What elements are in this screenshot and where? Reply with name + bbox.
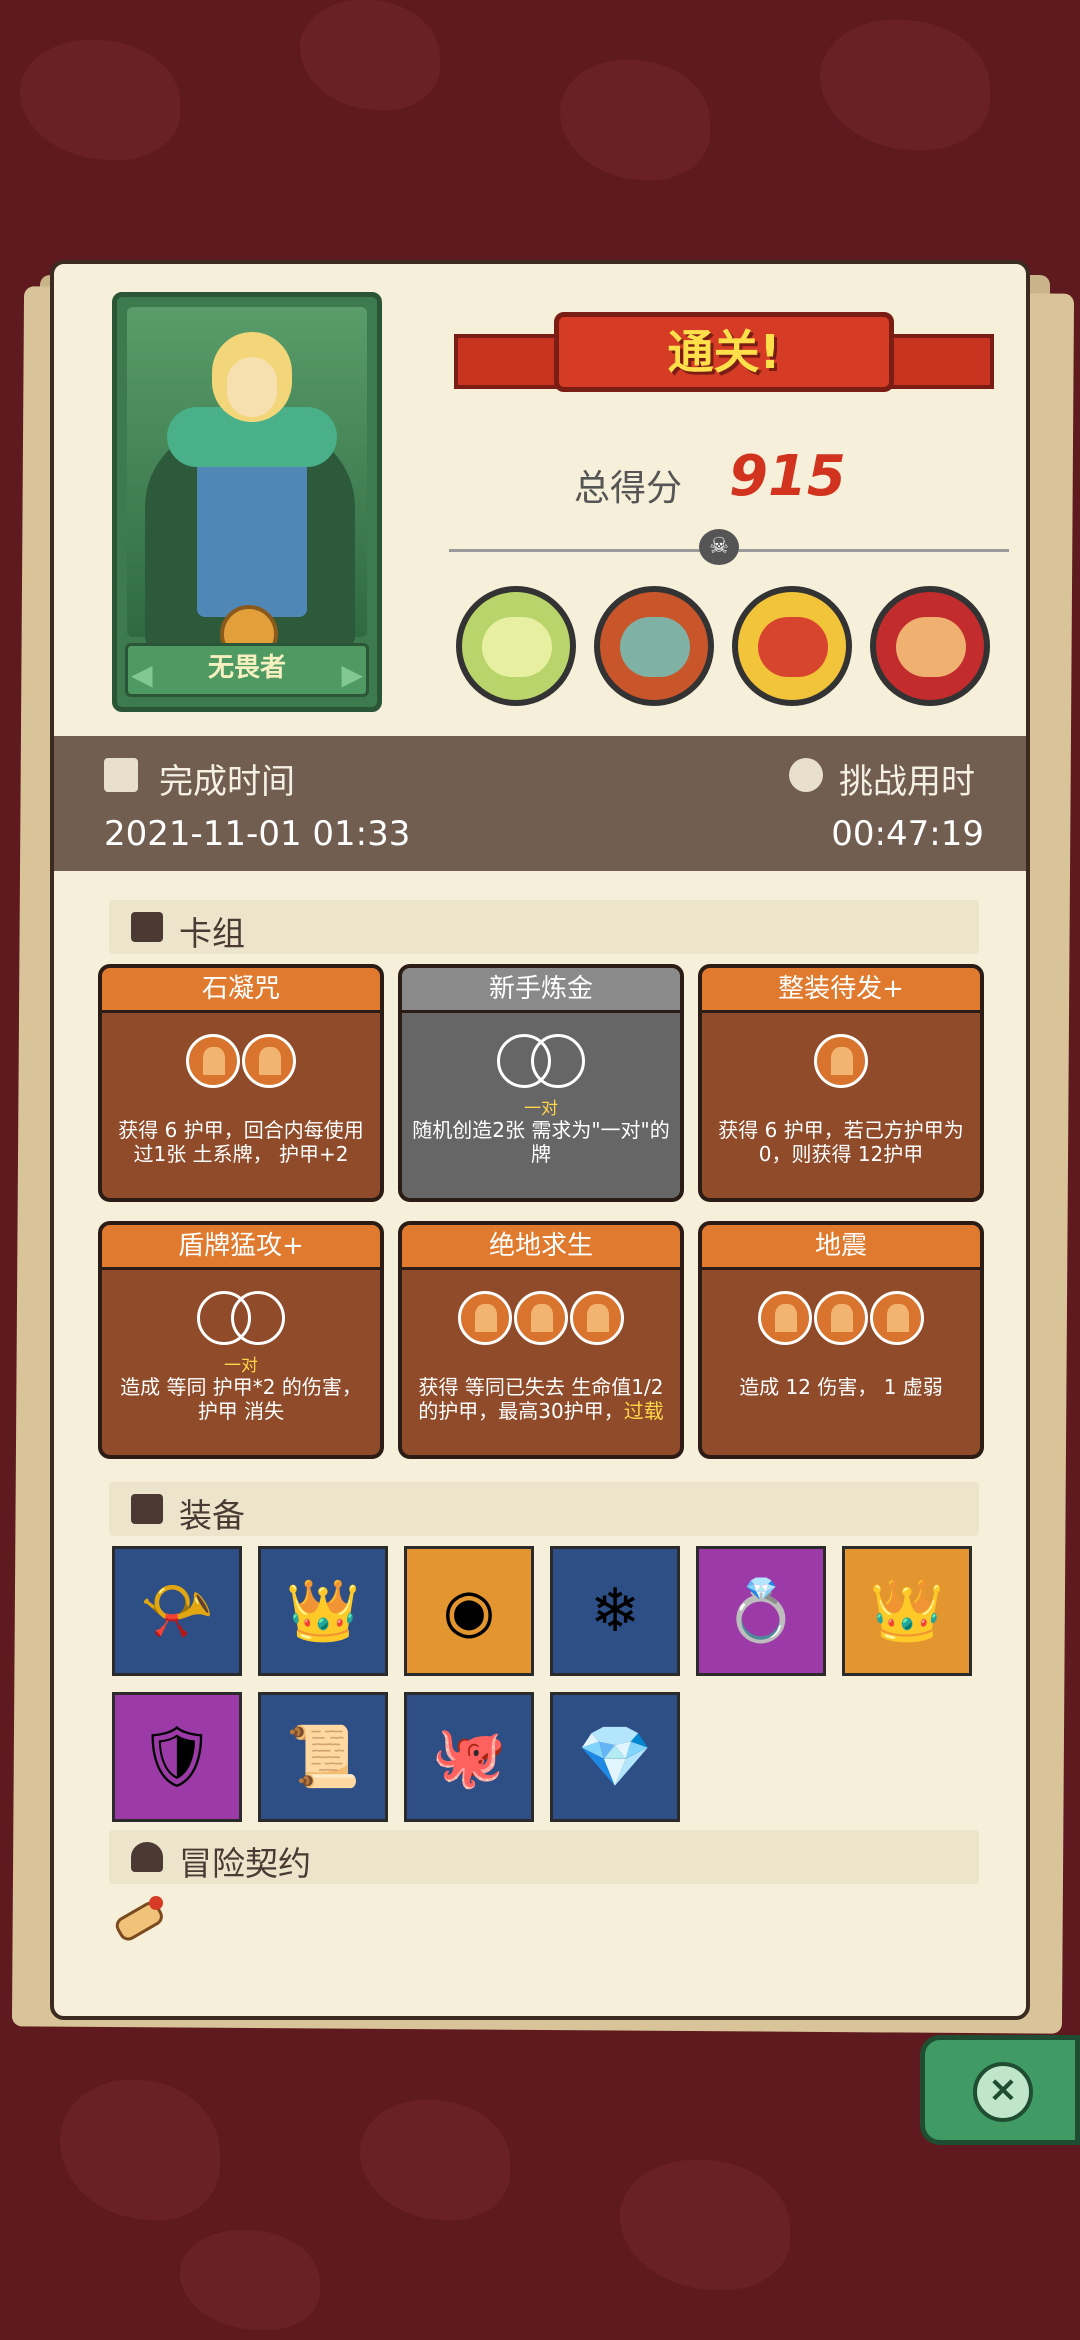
score-value: 915 — [729, 444, 846, 509]
gold-crown-icon: 👑 — [869, 1576, 945, 1646]
ram-horn-icon: ◉ — [442, 1576, 496, 1646]
card-description: 造成 12 伤害， 1 虚弱 — [739, 1375, 943, 1399]
deck-card[interactable]: 整装待发+ 获得 6 护甲，若己方护甲为0，则获得 12护甲 — [698, 964, 984, 1202]
deck-card[interactable]: 地震 造成 12 伤害， 1 虚弱 — [698, 1221, 984, 1459]
arrow-left-icon: ◀ — [131, 658, 153, 691]
duration-value: 00:47:19 — [831, 814, 984, 854]
close-button[interactable]: × — [920, 2035, 1080, 2145]
card-cost — [402, 1291, 680, 1349]
boss-portrait-3[interactable] — [732, 586, 852, 706]
card-cost — [102, 1034, 380, 1092]
equipment-slot[interactable]: 💍 — [696, 1546, 826, 1676]
card-name: 石凝咒 — [102, 968, 380, 1013]
deck-card[interactable]: 新手炼金 一对 随机创造2张 需求为"一对"的牌 — [398, 964, 684, 1202]
boss-portrait-4[interactable] — [870, 586, 990, 706]
card-name: 整装待发+ — [702, 968, 980, 1013]
cthulhu-cloak-icon: 🐙 — [431, 1722, 507, 1792]
boss-skull-icon: ☠ — [699, 529, 739, 565]
cards-icon — [131, 912, 163, 942]
card-name: 盾牌猛攻+ — [102, 1225, 380, 1270]
contract-title: 冒险契约 — [179, 1844, 311, 1883]
card-description: 获得 等同已失去 生命值1/2 的护甲，最高30护甲，过载 — [418, 1375, 664, 1423]
close-icon: × — [973, 2062, 1033, 2122]
completed-time-value: 2021-11-01 01:33 — [104, 814, 411, 854]
card-cost — [702, 1034, 980, 1092]
stopwatch-icon — [789, 758, 823, 792]
duration-label: 挑战用时 — [839, 762, 975, 802]
crystal-dice-icon: 💎 — [577, 1722, 653, 1792]
hero-card[interactable]: 无畏者 ◀ ▶ — [112, 292, 382, 712]
card-name: 绝地求生 — [402, 1225, 680, 1270]
equipment-section-header: 装备 — [109, 1482, 979, 1536]
card-cost — [402, 1034, 680, 1092]
boss-portrait-1[interactable] — [456, 586, 576, 706]
contract-scroll-icon[interactable] — [106, 1889, 176, 1949]
deck-card[interactable]: 绝地求生 获得 等同已失去 生命值1/2 的护甲，最高30护甲，过载 — [398, 1221, 684, 1459]
card-description: 获得 6 护甲，回合内每使用过1张 土系牌， 护甲+2 — [118, 1118, 364, 1166]
contract-section-header: 冒险契约 — [109, 1830, 979, 1884]
equipment-slot[interactable]: 📯 — [112, 1546, 242, 1676]
equipment-slot[interactable]: ❄ — [550, 1546, 680, 1676]
card-description: 造成 等同 护甲*2 的伤害， 护甲 消失 — [120, 1375, 362, 1423]
card-pair-label: 一对 — [524, 1099, 558, 1119]
card-cost — [702, 1291, 980, 1349]
frost-scroll-icon: 📜 — [285, 1722, 361, 1792]
equipment-slot[interactable]: 🛡 — [112, 1692, 242, 1822]
boss-portrait-2[interactable] — [594, 586, 714, 706]
card-name: 新手炼金 — [402, 968, 680, 1013]
ice-crown-icon: 👑 — [285, 1576, 361, 1646]
completed-time-label: 完成时间 — [159, 762, 295, 802]
score-label: 总得分 — [574, 468, 683, 509]
time-bar: 完成时间 2021-11-01 01:33 挑战用时 00:47:19 — [54, 736, 1026, 871]
deck-card[interactable]: 盾牌猛攻+ 一对 造成 等同 护甲*2 的伤害， 护甲 消失 — [98, 1221, 384, 1459]
victory-title: 通关! — [554, 312, 894, 392]
card-cost — [102, 1291, 380, 1349]
result-panel: 无畏者 ◀ ▶ 通关! 总得分 915 ☠ 完成时间 2021-11-01 01… — [50, 260, 1030, 2020]
armor-vest-icon: 🛡 — [138, 1722, 216, 1792]
equipment-slot[interactable]: 👑 — [842, 1546, 972, 1676]
equipment-slot[interactable]: 👑 — [258, 1546, 388, 1676]
equipment-slot[interactable]: 💎 — [550, 1692, 680, 1822]
victory-banner: 通关! — [454, 294, 994, 414]
equipment-slot[interactable]: 📜 — [258, 1692, 388, 1822]
equipment-title: 装备 — [179, 1496, 245, 1535]
hero-portrait — [127, 307, 367, 647]
horn-icon: 📯 — [139, 1576, 215, 1646]
snowflake-emblem-icon: ❄ — [589, 1576, 641, 1646]
deck-card[interactable]: 石凝咒 获得 6 护甲，回合内每使用过1张 土系牌， 护甲+2 — [98, 964, 384, 1202]
hero-name: 无畏者 — [125, 643, 369, 697]
card-description: 随机创造2张 需求为"一对"的牌 — [412, 1118, 670, 1166]
equipment-slot[interactable]: ◉ — [404, 1546, 534, 1676]
cube-icon — [131, 1494, 163, 1524]
person-icon — [131, 1842, 163, 1872]
card-keyword: 过载 — [623, 1399, 664, 1423]
emerald-ring-icon: 💍 — [723, 1576, 799, 1646]
deck-title: 卡组 — [179, 914, 245, 953]
card-name: 地震 — [702, 1225, 980, 1270]
arrow-right-icon: ▶ — [341, 658, 363, 691]
card-description: 获得 6 护甲，若己方护甲为0，则获得 12护甲 — [718, 1118, 964, 1166]
film-icon — [104, 758, 138, 792]
equipment-slot[interactable]: 🐙 — [404, 1692, 534, 1822]
deck-section-header: 卡组 — [109, 900, 979, 954]
card-pair-label: 一对 — [224, 1356, 258, 1376]
